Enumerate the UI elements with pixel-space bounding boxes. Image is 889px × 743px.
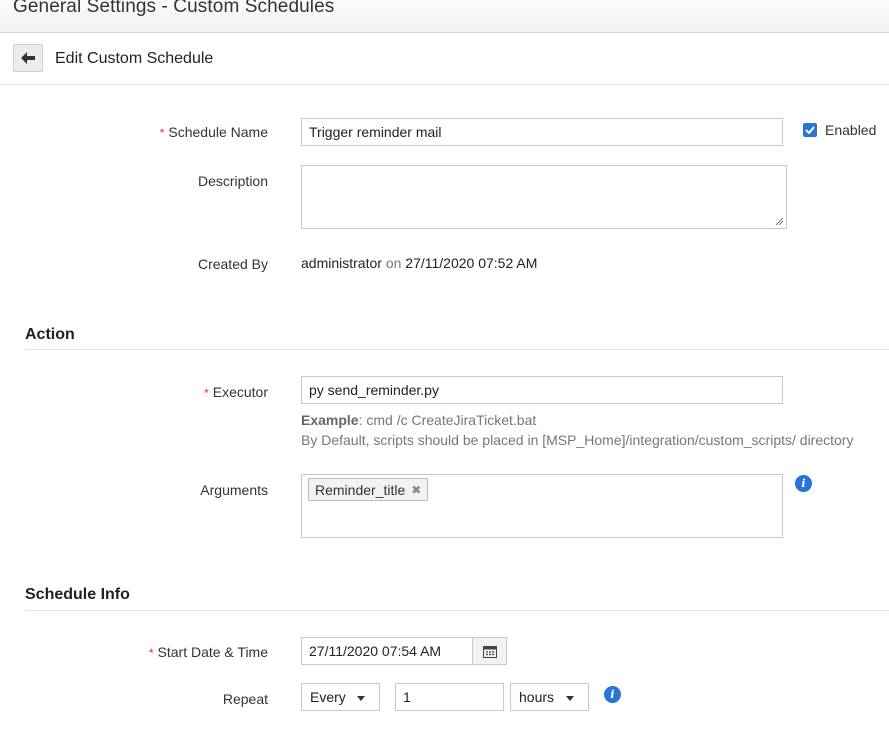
form-header: Edit Custom Schedule (0, 33, 889, 85)
section-divider (25, 349, 889, 350)
executor-input[interactable]: py send_reminder.py (301, 376, 783, 404)
created-by-user: administrator (301, 255, 382, 271)
schedule-name-label: * Schedule Name (159, 124, 268, 140)
info-icon[interactable]: i (795, 475, 812, 492)
created-by-label: Created By (197, 256, 268, 272)
enabled-checkbox[interactable] (803, 123, 817, 137)
argument-tag-label: Reminder_title (315, 481, 406, 498)
info-icon[interactable]: i (604, 686, 621, 703)
resize-grip-icon[interactable] (775, 217, 784, 226)
remove-tag-icon[interactable]: ✖ (411, 483, 421, 497)
start-date-label: * Start Date & Time (148, 644, 268, 660)
executor-example: Example: cmd /c CreateJiraTicket.bat (301, 412, 536, 428)
enabled-label: Enabled (825, 122, 877, 138)
repeat-unit-select[interactable]: hours (510, 683, 589, 711)
executor-default-note: By Default, scripts should be placed in … (301, 432, 854, 448)
enabled-checkbox-group[interactable]: Enabled (803, 122, 876, 138)
form-heading: Edit Custom Schedule (55, 50, 214, 67)
schedule-name-input[interactable]: Trigger reminder mail (301, 118, 783, 146)
example-text: : cmd /c CreateJiraTicket.bat (358, 412, 537, 428)
executor-label: * Executor (204, 384, 268, 400)
checkmark-icon (805, 126, 815, 134)
created-by-on: on (385, 255, 402, 271)
start-date-input[interactable]: 27/11/2020 07:54 AM (301, 637, 473, 665)
repeat-interval-input[interactable]: 1 (395, 683, 504, 711)
arrow-left-icon (21, 52, 35, 64)
title-bar: General Settings - Custom Schedules (0, 0, 889, 33)
repeat-mode-select[interactable]: Every (301, 683, 380, 711)
arguments-label: Arguments (200, 482, 268, 498)
calendar-icon (482, 645, 497, 658)
required-marker: * (148, 646, 154, 660)
repeat-label: Repeat (222, 691, 268, 707)
action-section-title: Action (25, 326, 75, 343)
description-textarea[interactable] (301, 165, 787, 229)
repeat-mode-value: Every (310, 689, 346, 705)
page-title: General Settings - Custom Schedules (13, 0, 335, 17)
description-label: Description (197, 173, 268, 189)
calendar-button[interactable] (473, 637, 507, 665)
section-divider (25, 610, 889, 611)
schedule-info-section-title: Schedule Info (25, 586, 130, 603)
created-by-timestamp: 27/11/2020 07:52 AM (405, 255, 538, 271)
back-button[interactable] (13, 44, 43, 72)
created-by-value: administrator on 27/11/2020 07:52 AM (301, 255, 537, 271)
argument-tag: Reminder_title ✖ (308, 478, 429, 501)
example-label: Example (301, 412, 359, 428)
repeat-unit-value: hours (519, 689, 555, 705)
chevron-down-icon (566, 696, 574, 701)
required-marker: * (204, 386, 209, 400)
chevron-down-icon (357, 696, 365, 701)
required-marker: * (159, 126, 165, 140)
